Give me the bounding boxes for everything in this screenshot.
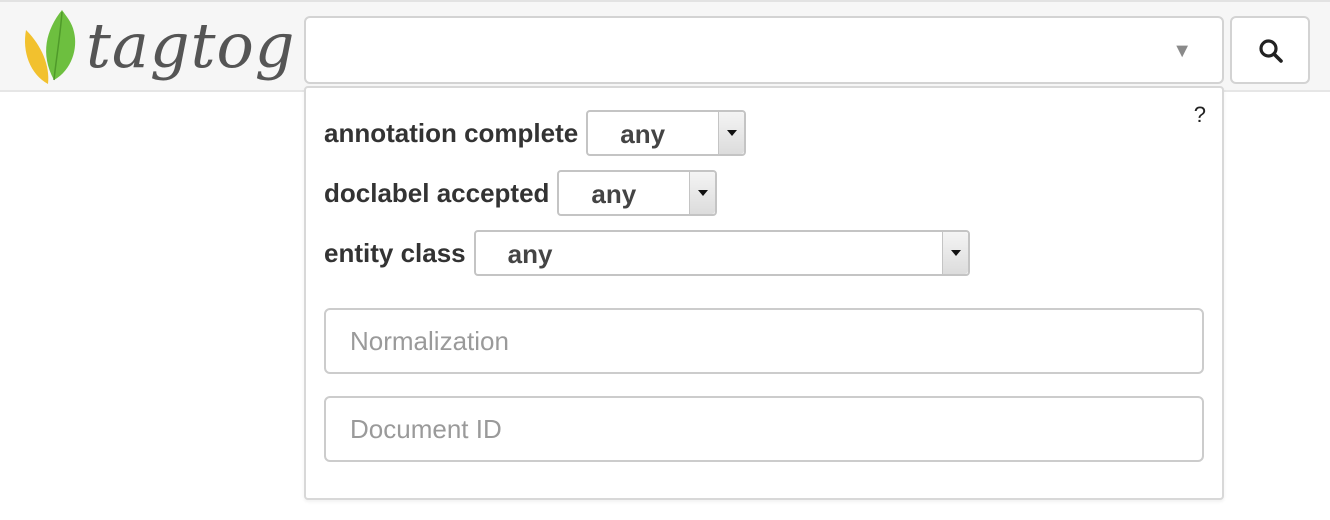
select-arrow-icon: [689, 172, 716, 214]
document-id-input[interactable]: [324, 396, 1204, 462]
annotation-complete-label: annotation complete: [324, 117, 579, 148]
annotation-complete-value: any: [620, 119, 666, 149]
top-bar: tagtog ▼: [0, 0, 1330, 92]
annotation-complete-select[interactable]: any: [586, 110, 747, 156]
filter-annotation-complete: annotation complete any: [324, 110, 747, 156]
dropdown-caret-icon[interactable]: ▼: [1172, 40, 1192, 63]
search-combobox[interactable]: ▼: [304, 16, 1224, 84]
entity-class-value: any: [507, 239, 553, 269]
search-filter-panel: ? annotation complete any doclabel accep…: [304, 86, 1224, 500]
filter-doclabel-accepted: doclabel accepted any: [324, 170, 718, 216]
leaf-logo-icon: [24, 10, 76, 84]
doclabel-accepted-label: doclabel accepted: [324, 177, 550, 208]
normalization-input[interactable]: [324, 308, 1204, 374]
search-button[interactable]: [1230, 16, 1310, 84]
entity-class-select[interactable]: any: [473, 230, 970, 276]
logo-text: tagtog: [86, 9, 296, 82]
filter-entity-class: entity class any: [324, 230, 970, 276]
doclabel-accepted-select[interactable]: any: [557, 170, 718, 216]
select-arrow-icon: [941, 232, 968, 274]
help-link[interactable]: ?: [1194, 102, 1206, 128]
tagtog-logo[interactable]: tagtog: [20, 8, 295, 88]
search-icon: [1259, 39, 1283, 63]
entity-class-label: entity class: [324, 237, 466, 268]
select-arrow-icon: [718, 112, 745, 154]
doclabel-accepted-value: any: [591, 179, 637, 209]
